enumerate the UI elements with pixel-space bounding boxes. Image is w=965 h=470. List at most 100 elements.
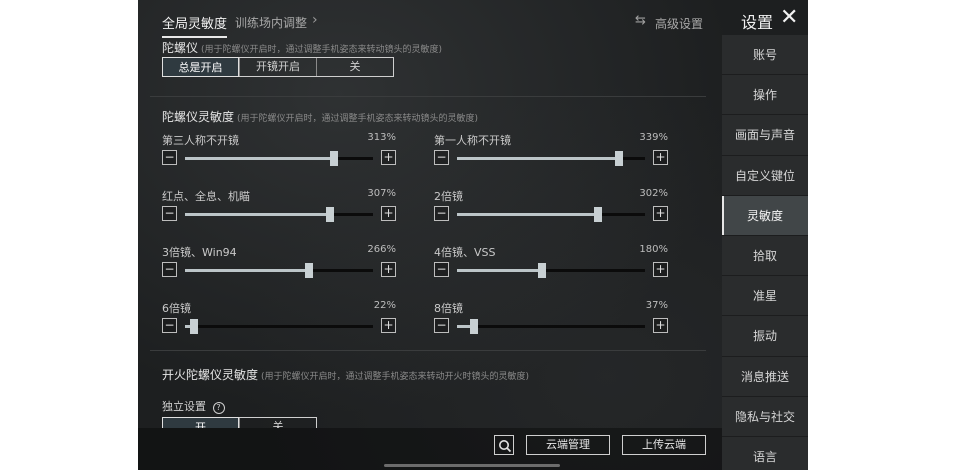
slider-track[interactable] [185, 207, 373, 222]
swap-arrows-icon[interactable]: ⇆ [635, 13, 646, 28]
sensitivity-slider[interactable]: 3倍镜、Win94 266% − + [162, 244, 396, 288]
standalone-option-off[interactable]: 关 [239, 418, 316, 428]
nav-item[interactable]: 账号 [722, 35, 808, 76]
slider-track[interactable] [185, 151, 373, 166]
slider-value: 302% [639, 188, 668, 199]
plus-icon[interactable]: + [653, 150, 668, 165]
sensitivity-slider[interactable]: 4倍镜、VSS 180% − + [434, 244, 668, 288]
slider-thumb[interactable] [325, 207, 334, 222]
minus-icon[interactable]: − [162, 318, 177, 333]
fire-gyro-title: 开火陀螺仪灵敏度 [162, 368, 259, 382]
gyro-option-scope-on[interactable]: 开镜开启 [239, 58, 316, 76]
upload-cloud-button[interactable]: 上传云端 [622, 435, 706, 455]
slider-thumb[interactable] [329, 151, 338, 166]
nav-item[interactable]: 灵敏度 [722, 195, 808, 236]
nav-item[interactable]: 振动 [722, 316, 808, 357]
nav-item[interactable]: 拾取 [722, 235, 808, 277]
gyro-section-title: 陀螺仪 (用于陀螺仪开启时，通过调整手机姿态来转动镜头的灵敏度) [162, 39, 442, 56]
nav-item[interactable]: 操作 [722, 75, 808, 116]
standalone-label: 独立设置 [162, 400, 206, 413]
settings-content[interactable]: 陀螺仪 (用于陀螺仪开启时，通过调整手机姿态来转动镜头的灵敏度) 总是开启 开镜开… [150, 36, 718, 428]
top-bar: 全局灵敏度 训练场内调整 › ⇆ 高级设置 [138, 0, 722, 38]
nav-item[interactable]: 语言 [722, 436, 808, 470]
sensitivity-slider[interactable]: 2倍镜 302% − + [434, 188, 668, 232]
plus-icon[interactable]: + [381, 150, 396, 165]
plus-icon[interactable]: + [653, 206, 668, 221]
slider-fill [185, 157, 334, 160]
bottom-bar: 云端管理 上传云端 [138, 428, 722, 470]
slider-fill [457, 269, 542, 272]
standalone-toggle: 开 关 [162, 417, 317, 428]
plus-icon[interactable]: + [381, 206, 396, 221]
slider-thumb[interactable] [614, 151, 623, 166]
sensitivity-slider[interactable]: 第一人称不开镜 339% − + [434, 132, 668, 176]
slider-thumb[interactable] [190, 319, 199, 334]
slider-track[interactable] [457, 151, 645, 166]
slider-value: 307% [367, 188, 396, 199]
search-button[interactable] [494, 435, 514, 455]
minus-icon[interactable]: − [434, 262, 449, 277]
minus-icon[interactable]: − [162, 206, 177, 221]
slider-track[interactable] [457, 319, 645, 334]
slider-track[interactable] [457, 263, 645, 278]
slider-value: 266% [367, 244, 396, 255]
tab-global-sensitivity[interactable]: 全局灵敏度 [162, 13, 228, 38]
advanced-settings-button[interactable]: 高级设置 [655, 15, 703, 32]
nav-item[interactable]: 准星 [722, 276, 808, 317]
fire-gyro-section-title: 开火陀螺仪灵敏度 (用于陀螺仪开启时，通过调整手机姿态来转动开火时镜头的灵敏度) [162, 366, 529, 383]
divider [150, 350, 706, 351]
chevron-right-icon[interactable]: › [312, 12, 318, 28]
slider-label: 第三人称不开镜 [162, 134, 239, 147]
gyro-sens-title: 陀螺仪灵敏度 [162, 110, 235, 124]
slider-label: 3倍镜、Win94 [162, 246, 237, 259]
nav-item[interactable]: 隐私与社交 [722, 396, 808, 437]
nav-item[interactable]: 自定义键位 [722, 155, 808, 196]
slider-thumb[interactable] [305, 263, 314, 278]
sensitivity-slider[interactable]: 6倍镜 22% − + [162, 300, 396, 344]
minus-icon[interactable]: − [434, 150, 449, 165]
gyro-option-always-on[interactable]: 总是开启 [162, 57, 239, 77]
fire-gyro-note: (用于陀螺仪开启时，通过调整手机姿态来转动开火时镜头的灵敏度) [261, 372, 530, 382]
sensitivity-slider[interactable]: 8倍镜 37% − + [434, 300, 668, 344]
slider-label: 6倍镜 [162, 302, 191, 315]
slider-thumb[interactable] [594, 207, 602, 222]
help-icon[interactable]: ? [212, 402, 225, 414]
sensitivity-slider[interactable]: 红点、全息、机瞄 307% − + [162, 188, 396, 232]
slider-thumb[interactable] [537, 263, 546, 278]
page-title: 设置 [741, 13, 774, 32]
nav-item[interactable]: 消息推送 [722, 356, 808, 397]
gyro-option-off[interactable]: 关 [316, 58, 393, 76]
slider-track[interactable] [185, 263, 373, 278]
slider-track[interactable] [457, 207, 645, 222]
gyro-sens-section-title: 陀螺仪灵敏度 (用于陀螺仪开启时，通过调整手机姿态来转动镜头的灵敏度) [162, 108, 478, 125]
home-indicator [384, 464, 560, 467]
gyro-sens-note: (用于陀螺仪开启时，通过调整手机姿态来转动镜头的灵敏度) [237, 114, 479, 124]
gyro-title: 陀螺仪 [162, 41, 199, 55]
plus-icon[interactable]: + [653, 262, 668, 277]
close-icon[interactable]: ✕ [780, 5, 798, 30]
tab-training-adjust[interactable]: 训练场内调整 [235, 14, 307, 31]
minus-icon[interactable]: − [434, 318, 449, 333]
cloud-manage-button[interactable]: 云端管理 [526, 435, 610, 455]
gyro-mode-selector: 总是开启 开镜开启 关 [162, 57, 394, 77]
standalone-setting-label: 独立设置 ? [162, 398, 225, 414]
slider-value: 339% [639, 132, 668, 143]
sensitivity-slider[interactable]: 第三人称不开镜 313% − + [162, 132, 396, 176]
slider-track[interactable] [185, 319, 373, 334]
plus-icon[interactable]: + [653, 318, 668, 333]
slider-label: 8倍镜 [434, 302, 463, 315]
minus-icon[interactable]: − [162, 262, 177, 277]
plus-icon[interactable]: + [381, 262, 396, 277]
slider-label: 2倍镜 [434, 190, 463, 203]
slider-thumb[interactable] [469, 319, 478, 334]
settings-nav: 账号 操作 画面与声音 自定义键位 灵敏度 拾取 准星 振动 消息推送 隐私与社交 语言 [722, 35, 808, 470]
slider-fill [457, 213, 598, 216]
settings-window: 全局灵敏度 训练场内调整 › ⇆ 高级设置 设置 ✕ 陀螺仪 (用于陀螺仪开启时，… [138, 0, 808, 470]
divider [150, 96, 706, 97]
nav-item[interactable]: 画面与声音 [722, 115, 808, 156]
slider-fill [457, 157, 619, 160]
standalone-option-on[interactable]: 开 [162, 417, 239, 428]
plus-icon[interactable]: + [381, 318, 396, 333]
minus-icon[interactable]: − [434, 206, 449, 221]
minus-icon[interactable]: − [162, 150, 177, 165]
